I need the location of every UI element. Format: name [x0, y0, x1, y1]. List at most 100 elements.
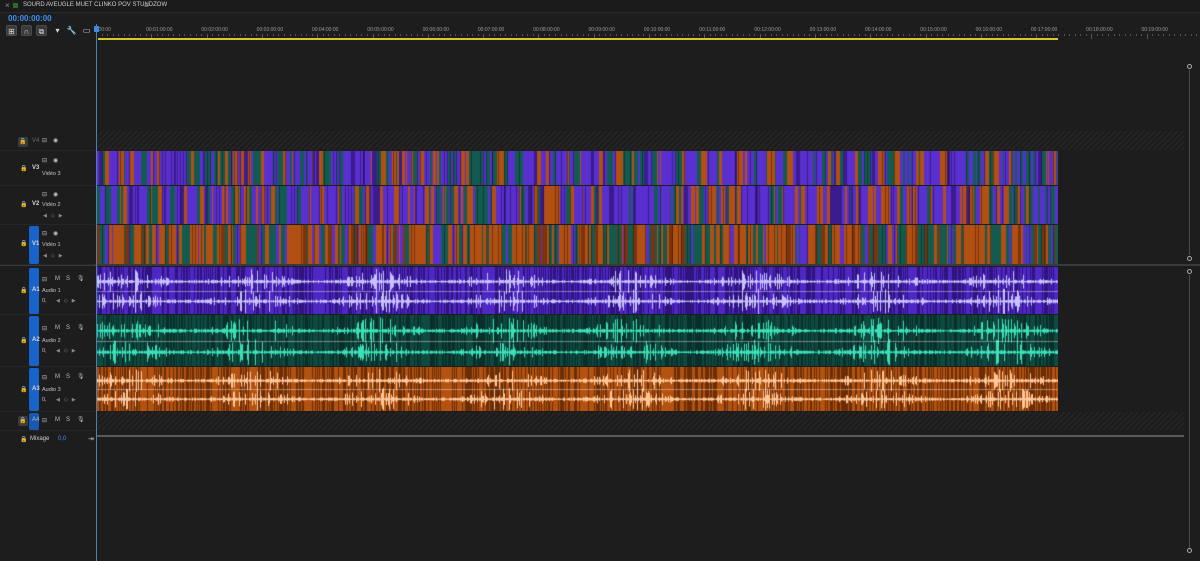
- go-to-end-icon[interactable]: ⇥: [88, 435, 94, 443]
- nest-sequence-icon[interactable]: ⊞: [6, 25, 17, 36]
- playhead-timecode[interactable]: 00:00:00:00: [8, 14, 52, 23]
- sync-lock-icon[interactable]: ⊟: [42, 191, 47, 198]
- solo-button[interactable]: S: [66, 417, 70, 423]
- volume-value[interactable]: 0,: [42, 397, 47, 403]
- mic-icon[interactable]: 🎙: [77, 416, 85, 423]
- sequence-tab[interactable]: × SOURD AVEUGLE MUET CLINKO POV STUNDZOW…: [0, 0, 1200, 13]
- track-header-v1[interactable]: 🔒 V1 ⊟ ◉ Vidéo 1 ◀◇▶: [0, 225, 95, 265]
- track-id[interactable]: A3: [32, 386, 40, 392]
- lock-icon[interactable]: 🔒: [20, 288, 27, 294]
- playhead-handle[interactable]: [94, 26, 99, 32]
- sync-lock-icon[interactable]: ⊟: [42, 230, 47, 237]
- mic-icon[interactable]: 🎙: [77, 373, 85, 380]
- hamburger-icon[interactable]: ≡: [144, 1, 149, 10]
- clip-strip-a3[interactable]: [96, 367, 1058, 411]
- track-header-v4[interactable]: 🔒 V4 ⊟ ◉: [0, 131, 95, 151]
- clip-strip-v1[interactable]: [96, 225, 1058, 264]
- sync-lock-icon[interactable]: ⊟: [42, 325, 47, 332]
- snap-icon[interactable]: ∩: [21, 25, 32, 36]
- lock-icon[interactable]: 🔒: [20, 387, 27, 393]
- keyframe-nav-icon[interactable]: ◀◇▶: [56, 397, 80, 403]
- sync-lock-icon[interactable]: ⊟: [42, 417, 47, 424]
- sync-lock-icon[interactable]: ⊟: [42, 137, 47, 144]
- clip-strip-v3[interactable]: [96, 151, 1058, 185]
- add-marker-icon[interactable]: ▾: [52, 25, 63, 36]
- track-header-a3[interactable]: 🔒 A3 ⊟ M S 🎙 Audio 3 0, ◀◇▶: [0, 367, 95, 412]
- ruler-tick: [250, 34, 252, 36]
- keyframe-nav-icon[interactable]: ◀◇▶: [43, 213, 67, 219]
- ruler-tick: [1102, 34, 1104, 36]
- ruler-tick: [1047, 34, 1049, 36]
- lock-icon[interactable]: 🔒: [20, 437, 27, 443]
- ruler-tick: [378, 34, 380, 36]
- mute-button[interactable]: M: [55, 276, 60, 282]
- mic-icon[interactable]: 🎙: [77, 275, 85, 282]
- track-id[interactable]: A1: [32, 287, 40, 293]
- ruler-label: 00:16:00:00: [975, 27, 1003, 33]
- mute-button[interactable]: M: [55, 417, 60, 423]
- mute-button[interactable]: M: [55, 325, 60, 331]
- close-icon[interactable]: ×: [5, 1, 10, 10]
- clip-strip-v2[interactable]: [96, 186, 1058, 224]
- lock-icon[interactable]: 🔒: [18, 137, 28, 147]
- eye-icon[interactable]: ◉: [53, 230, 58, 237]
- ruler-tick: [604, 34, 606, 36]
- mix-volume-value[interactable]: 0,0: [58, 436, 66, 442]
- keyframe-nav-icon[interactable]: ◀◇▶: [56, 348, 80, 354]
- sync-lock-icon[interactable]: ⊟: [42, 157, 47, 164]
- volume-value[interactable]: 0,: [42, 348, 47, 354]
- ruler-tick: [599, 34, 601, 36]
- volume-value[interactable]: 0,: [42, 298, 47, 304]
- track-header-a2[interactable]: 🔒 A2 ⊟ M S 🎙 Audio 2 0, ◀◇▶: [0, 315, 95, 367]
- wrench-icon[interactable]: 🔧: [66, 25, 77, 36]
- eye-icon[interactable]: ◉: [53, 157, 58, 164]
- video-scrollbar[interactable]: [1189, 70, 1190, 255]
- keyframe-nav-icon[interactable]: ◀◇▶: [56, 298, 80, 304]
- video-audio-divider[interactable]: [0, 264, 1200, 266]
- track-header-v2[interactable]: 🔒 V2 ⊟ ◉ Vidéo 2 ◀◇▶: [0, 186, 95, 225]
- lock-icon[interactable]: 🔒: [20, 202, 27, 208]
- track-id[interactable]: V1: [32, 241, 39, 247]
- ruler-tick: [621, 34, 623, 36]
- ruler-tick: [709, 34, 711, 36]
- track-header-a1[interactable]: 🔒 A1 ⊟ M S 🎙 Audio 1 0, ◀◇▶: [0, 267, 95, 315]
- ruler-tick: [460, 34, 462, 36]
- solo-button[interactable]: S: [66, 325, 70, 331]
- work-area-bar[interactable]: [98, 38, 1058, 40]
- video-scroll-bottom-handle[interactable]: [1187, 256, 1192, 261]
- ruler-tick: [1119, 34, 1121, 36]
- sync-lock-icon[interactable]: ⊟: [42, 276, 47, 283]
- eye-icon[interactable]: ◉: [53, 137, 58, 144]
- track-id[interactable]: V2: [32, 201, 39, 207]
- track-header-a4[interactable]: 🔒 A4 ⊟ M S 🎙: [0, 412, 95, 431]
- track-id[interactable]: A2: [32, 337, 40, 343]
- ruler-tick: [1008, 34, 1010, 36]
- track-id[interactable]: V4: [32, 138, 39, 144]
- video-scroll-top-handle[interactable]: [1187, 64, 1192, 69]
- track-header-v3[interactable]: 🔒 V3 ⊟ ◉ Vidéo 3: [0, 151, 95, 186]
- clip-strip-a2[interactable]: [96, 315, 1058, 366]
- eye-icon[interactable]: ◉: [53, 191, 58, 198]
- mute-button[interactable]: M: [55, 374, 60, 380]
- keyframe-nav-icon[interactable]: ◀◇▶: [43, 253, 67, 259]
- lock-icon[interactable]: 🔒: [20, 338, 27, 344]
- ruler-tick: [1157, 34, 1159, 36]
- lock-icon[interactable]: 🔒: [20, 166, 27, 172]
- audio-scroll-bottom-handle[interactable]: [1187, 548, 1192, 553]
- ruler-tick: [942, 34, 944, 36]
- captions-icon[interactable]: ▭: [81, 25, 92, 36]
- solo-button[interactable]: S: [66, 374, 70, 380]
- track-id[interactable]: A4: [32, 417, 39, 423]
- clip-strip-a1[interactable]: [96, 267, 1058, 314]
- lock-icon[interactable]: 🔒: [18, 416, 28, 426]
- ruler-tick: [477, 34, 479, 36]
- linked-selection-icon[interactable]: ⧉: [36, 25, 47, 36]
- solo-button[interactable]: S: [66, 276, 70, 282]
- sync-lock-icon[interactable]: ⊟: [42, 374, 47, 381]
- audio-scrollbar[interactable]: [1189, 275, 1190, 548]
- track-id[interactable]: V3: [32, 165, 39, 171]
- playhead-line[interactable]: [96, 24, 97, 561]
- lock-icon[interactable]: 🔒: [20, 241, 27, 247]
- mic-icon[interactable]: 🎙: [77, 324, 85, 331]
- audio-scroll-top-handle[interactable]: [1187, 269, 1192, 274]
